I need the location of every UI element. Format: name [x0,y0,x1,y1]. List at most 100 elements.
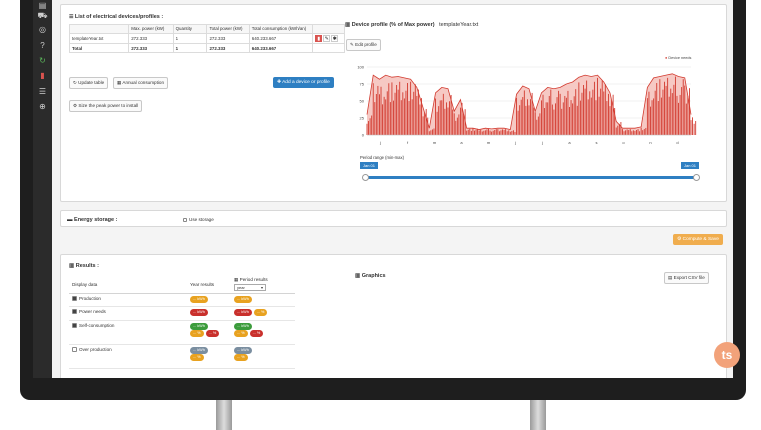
file-pdf-icon[interactable]: ▮ [37,70,48,81]
row-label-text: Power needs [79,309,106,314]
row-label-text: Self-consumption [79,323,115,328]
delete-icon[interactable]: ▮ [315,35,323,42]
range-slider-handle-min[interactable] [362,174,369,181]
use-storage-toggle[interactable]: Use storage [183,217,214,222]
period-select-value: year [237,285,245,290]
value-pill: ... % [190,354,204,361]
col-year-results: Year results [187,275,231,294]
add-device-button[interactable]: ✚ Add a device or profile [273,77,334,88]
size-peak-label: Size the peak power to install [78,103,139,108]
profile-chart: 100 75 50 25 0 j f m a m j j a s o n d [357,65,697,145]
value-pill: ... kWh [234,296,252,303]
settings-icon[interactable]: ✱ [331,35,339,42]
update-table-label: Update table [78,80,105,85]
year-cell: ... kWh... %... % [187,320,231,345]
range-slider-track[interactable] [365,176,697,179]
export-csv-label: Export CSV file [673,275,705,280]
row-label-text: Over production [79,347,112,352]
profile-title-text: Device profile (% of Max power) [351,22,435,28]
cell-total-power: 272.333 [206,43,250,53]
compute-save-button[interactable]: ⚙ Compute & Save [673,234,723,245]
result-row-self-consumption: Self-consumption ... kWh... %... % ... k… [69,320,295,345]
edit-icon[interactable]: ✎ [323,35,331,42]
value-pill: ... % [249,330,264,337]
row-label: Over production [69,344,187,369]
table-row-total: Total 272.333 1 272.333 640.233.667 [68,43,345,53]
edit-profile-button[interactable]: ✎ Edit profile [346,39,381,51]
x-tick-label: f [407,140,409,145]
th-max-power: Max. power (kW) [128,24,174,34]
cell-name: templateYear.txt [68,33,130,44]
monitor-stand-left [216,400,232,430]
cell-empty [312,43,345,53]
results-title-text: Results : [75,263,99,269]
devices-table: Max. power (kW) Quantity Total power (kW… [68,24,345,53]
compute-save-label: Compute & Save [682,237,719,242]
x-tick-label: m [433,140,437,145]
profile-title: ▥ Device profile (% of Max power) templa… [345,22,478,28]
chart-icon: ▥ [345,22,352,28]
help-icon[interactable]: ? [37,40,48,51]
checkbox-self-consumption[interactable] [72,323,77,329]
th-quantity: Quantity [172,24,208,34]
range-slider-handle-max[interactable] [693,174,700,181]
export-csv-button[interactable]: ▤ Export CSV file [664,272,709,284]
result-row-production: Production ... kWh ... kWh [69,293,295,307]
cell-name: Total [68,43,130,53]
value-pill: ... kWh [190,347,208,354]
range-start-badge: Jan 01 [360,162,379,169]
cart-icon[interactable]: ⛟ [37,10,48,21]
value-pill: ... % [234,354,248,361]
cell-quantity: 1 [172,43,208,53]
x-tick-label: a [460,140,463,145]
col-period-label: Period results [239,277,268,282]
checkbox-production[interactable] [72,296,77,302]
th-label: Total power (kW) [209,26,243,31]
use-storage-checkbox[interactable] [183,217,187,222]
results-table: Display data Year results ▦ Period resul… [69,275,295,369]
size-peak-button[interactable]: ⚙ Size the peak power to install [69,100,143,112]
x-tick-label: j [514,140,516,145]
value-pill: ... kWh [234,323,252,330]
brand-logo-badge: ts [714,342,740,368]
list-icon[interactable]: ☰ [37,86,48,97]
legend-label: Device needs [668,56,692,60]
period-cell: ... kWh [231,293,295,307]
add-circle-icon[interactable]: ⊕ [37,101,48,112]
update-table-button[interactable]: ↻ Update table [69,77,109,89]
brand-logo-text: ts [721,348,733,362]
checkbox-over-production[interactable] [72,347,77,353]
th-label: Quantity [175,26,192,31]
storage-title-text: Energy storage : [74,217,118,223]
y-tick-label: 100 [357,65,364,70]
table-row: templateYear.txt 272.333 1 272.333 640.2… [68,33,345,44]
col-display-data: Display data [69,275,187,294]
x-tick-label: m [487,140,491,145]
globe-icon[interactable]: ◎ [37,24,48,35]
graphics-title-text: Graphics [361,273,386,279]
annual-consumption-button[interactable]: ▦ Annual consumption [113,77,169,89]
year-cell: ... kWh... % [187,344,231,369]
result-row-power-needs: Power needs ... kWh ... kWh... % [69,306,295,321]
th-actions [312,24,345,34]
x-tick-label: a [568,140,571,145]
value-pill: ... % [234,330,248,337]
storage-panel: ▬ Energy storage : Use storage [60,210,727,227]
chart-icon: ▥ [69,263,76,269]
storage-title: ▬ Energy storage : [67,217,117,223]
row-label: Self-consumption [69,320,187,345]
battery-icon: ▬ [67,217,75,223]
profile-file: templateYear.txt [439,22,479,28]
period-select[interactable]: year ▾ [234,284,266,291]
checkbox-power-needs[interactable] [72,309,77,315]
result-row-over-production: Over production ... kWh... % ... kWh... … [69,344,295,369]
value-pill: ... kWh [234,347,252,354]
graphics-title: ▥ Graphics [355,273,386,279]
use-storage-label: Use storage [189,217,214,222]
period-cell: ... kWh... %... % [231,320,295,345]
row-label: Power needs [69,306,187,321]
cell-total-consumption: 640.233.667 [248,43,314,53]
row-label: Production [69,293,187,307]
refresh-icon[interactable]: ↻ [37,55,48,66]
x-tick-label: o [622,140,625,145]
